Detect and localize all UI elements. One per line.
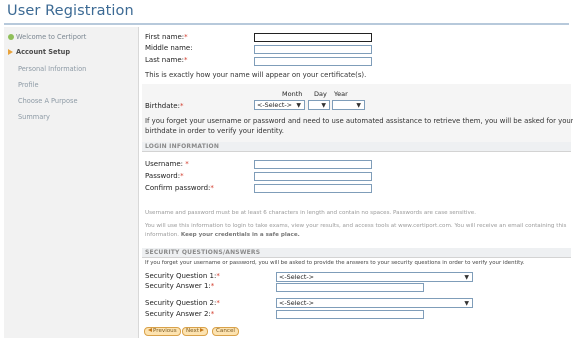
title-divider	[4, 23, 569, 25]
security-answer-2-input[interactable]	[276, 310, 424, 319]
birthdate-note-line1: If you forget your username or password …	[145, 117, 573, 125]
password-input[interactable]	[254, 172, 372, 181]
last-name-input[interactable]	[254, 57, 372, 66]
password-rules-note: Username and password must be at least 6…	[145, 210, 476, 216]
birth-year-select[interactable]: ▼	[332, 100, 365, 110]
security-question-2-select[interactable]: <-Select-> ▼	[276, 298, 473, 308]
security-note: If you forget your username or password,…	[145, 260, 525, 266]
security-question-1-label: Security Question 1:*	[145, 272, 220, 280]
chevron-down-icon: ▼	[296, 102, 301, 109]
middle-name-input[interactable]	[254, 45, 372, 54]
sidebar-item-choose-purpose[interactable]: Choose A Purpose	[18, 97, 78, 105]
next-button[interactable]: Next	[182, 327, 209, 336]
check-icon	[8, 34, 14, 40]
last-name-label: Last name:*	[145, 56, 188, 64]
confirm-password-input[interactable]	[254, 184, 372, 193]
username-label: Username: *	[145, 160, 189, 168]
arrow-right-icon	[8, 49, 13, 55]
day-header: Day	[314, 90, 327, 98]
sidebar-item-account-setup[interactable]: Account Setup	[8, 48, 70, 56]
sidebar-item-label: Profile	[18, 81, 39, 89]
security-question-2-label: Security Question 2:*	[145, 299, 220, 307]
login-section-title: LOGIN INFORMATION	[145, 143, 220, 150]
security-answer-1-input[interactable]	[276, 283, 424, 292]
security-section-title: SECURITY QUESTIONS/ANSWERS	[145, 249, 261, 256]
chevron-down-icon: ▼	[464, 274, 469, 281]
chevron-down-icon: ▼	[321, 102, 326, 109]
password-label: Password:*	[145, 172, 184, 180]
arrow-right-icon	[200, 328, 205, 332]
confirm-password-label: Confirm password:*	[145, 184, 214, 192]
cancel-button[interactable]: Cancel	[212, 327, 239, 336]
sidebar-item-label: Summary	[18, 113, 50, 121]
month-header: Month	[282, 90, 303, 98]
security-section-header: SECURITY QUESTIONS/ANSWERS	[142, 248, 571, 258]
sidebar-item-label: Choose A Purpose	[18, 97, 78, 105]
login-section-header: LOGIN INFORMATION	[142, 142, 571, 152]
birthdate-note-line2: birthdate in order to verify your identi…	[145, 127, 284, 135]
sidebar-item-label: Account Setup	[16, 48, 71, 56]
middle-name-label: Middle name:	[145, 44, 193, 52]
arrow-left-icon	[148, 328, 152, 332]
year-header: Year	[334, 90, 348, 98]
previous-button[interactable]: Previous	[144, 327, 181, 336]
sidebar-item-label: Personal Information	[18, 65, 87, 73]
sidebar-item-personal-information[interactable]: Personal Information	[18, 65, 86, 73]
sidebar-item-summary[interactable]: Summary	[18, 113, 50, 121]
chevron-down-icon: ▼	[464, 300, 469, 307]
sidebar-item-welcome[interactable]: Welcome to Certiport	[8, 33, 86, 41]
page-title: User Registration	[7, 3, 134, 19]
first-name-label: First name:*	[145, 33, 188, 41]
security-answer-1-label: Security Answer 1:*	[145, 282, 215, 290]
username-input[interactable]	[254, 160, 372, 169]
name-note: This is exactly how your name will appea…	[145, 71, 367, 79]
credentials-note-line1: You will use this information to login t…	[145, 223, 567, 229]
birth-month-select[interactable]: <-Select-> ▼	[254, 100, 305, 110]
first-name-input[interactable]	[254, 33, 372, 42]
credentials-note-line2: information. Keep your credentials in a …	[145, 232, 300, 238]
sidebar-item-profile[interactable]: Profile	[18, 81, 39, 89]
sidebar-item-label: Welcome to Certiport	[16, 33, 87, 41]
security-answer-2-label: Security Answer 2:*	[145, 310, 215, 318]
registration-form: First name:* Middle name: Last name:* Th…	[142, 27, 573, 338]
sidebar-nav: Welcome to Certiport Account Setup Perso…	[4, 27, 139, 338]
chevron-down-icon: ▼	[356, 102, 361, 109]
birthdate-label: Birthdate:*	[145, 102, 184, 110]
birth-day-select[interactable]: ▼	[308, 100, 330, 110]
security-question-1-select[interactable]: <-Select-> ▼	[276, 272, 473, 282]
